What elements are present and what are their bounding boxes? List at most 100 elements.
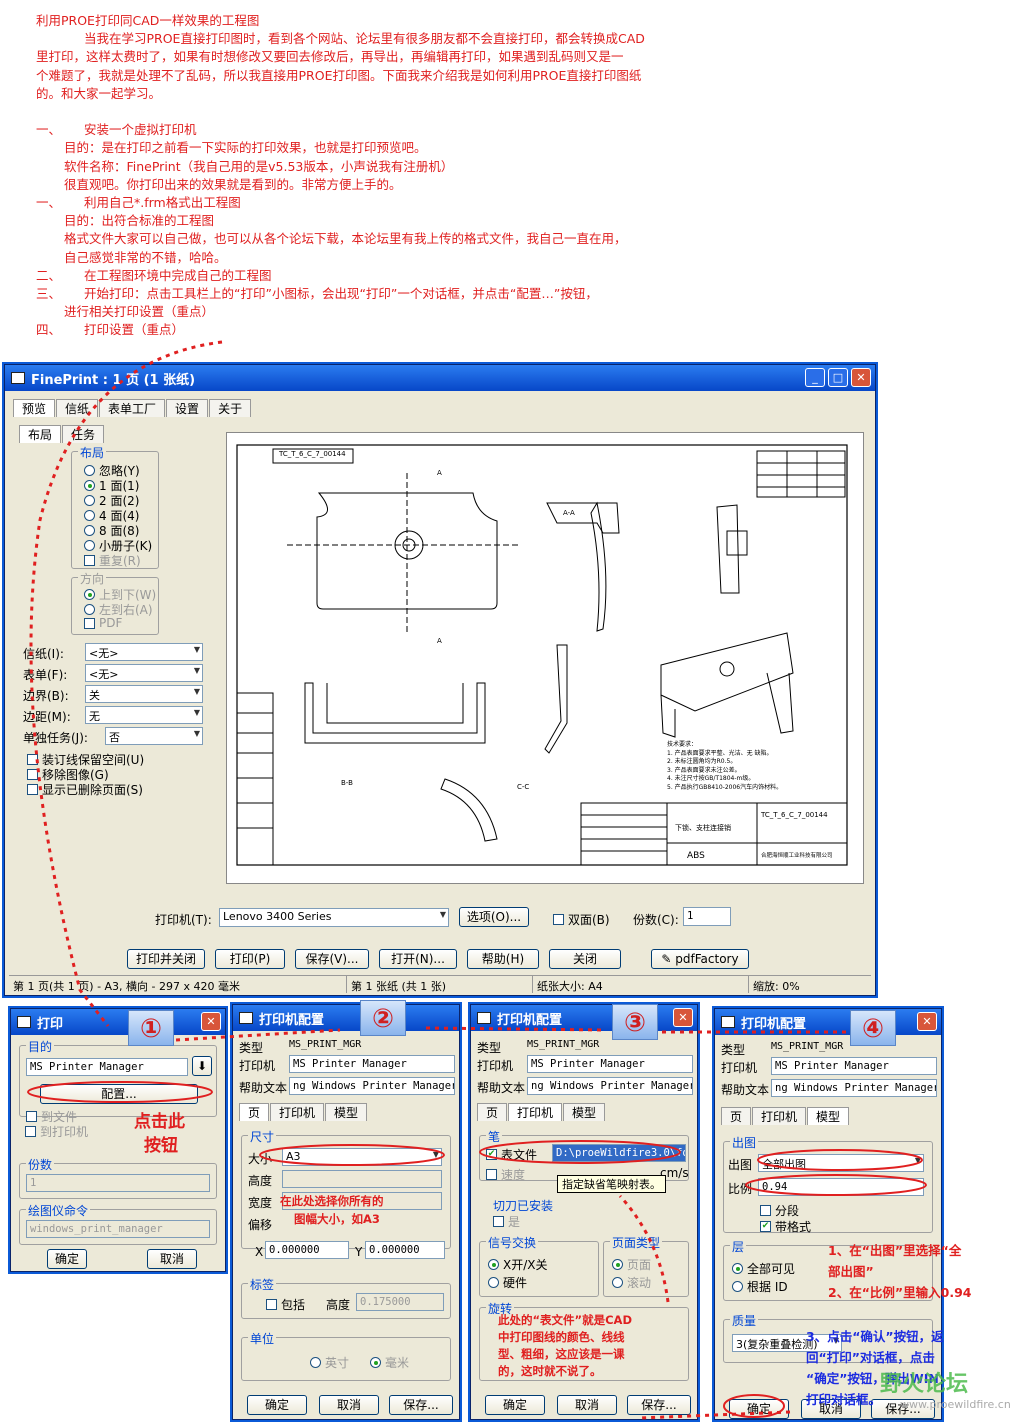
unit-inch-radio[interactable]: 英寸: [310, 1354, 349, 1371]
tab-page[interactable]: 页: [721, 1107, 752, 1125]
copies-input[interactable]: 1: [683, 907, 731, 926]
printer-select[interactable]: Lenovo 3400 Series: [219, 908, 449, 927]
tab-model[interactable]: 模型: [807, 1107, 850, 1125]
config-printer-field[interactable]: MS Printer Manager: [771, 1057, 937, 1075]
table-file-checkbox[interactable]: ✔ 表文件: [486, 1146, 537, 1163]
print-copies-input[interactable]: 1: [26, 1174, 210, 1192]
form-select[interactable]: <无>: [85, 664, 203, 682]
output-group: 出图 出图 全部出图 比例 0.94 分段 ✔带格式: [723, 1134, 933, 1235]
border-select[interactable]: 关: [85, 685, 203, 703]
separate-job-select[interactable]: 否: [105, 727, 203, 745]
help-text-field[interactable]: ng Windows Printer Manager.: [771, 1079, 937, 1097]
pagetype-page-radio[interactable]: 页面: [612, 1256, 651, 1273]
drawing-material: ABS: [687, 851, 705, 861]
config2-tabs: 页 打印机 模型: [239, 1103, 368, 1121]
cancel-button[interactable]: 取消: [557, 1395, 617, 1415]
config-printer-field[interactable]: MS Printer Manager: [289, 1055, 455, 1073]
destination-group: 目的 MS Printer Manager ⬇ 配置... 到文件: [19, 1038, 217, 1124]
close-icon[interactable]: ✕: [851, 368, 871, 387]
save-button[interactable]: 保存...: [389, 1395, 453, 1415]
section-2-line-2: 格式文件大家可以自己做，也可以从各个论坛下载，本论坛里有我上传的格式文件，我自己…: [64, 231, 627, 247]
layout-group: 布局 忽略(Y) 1 面(1) 2 面(2) 4 面(4) 8 面(8) 小册子…: [71, 444, 159, 569]
note-select-size: 在此处选择你所有的 图幅大小，如A3: [280, 1194, 384, 1226]
tab-settings[interactable]: 设置: [166, 399, 209, 417]
margin-select[interactable]: 无: [85, 706, 203, 724]
offset-y-input[interactable]: 0.000000: [365, 1241, 445, 1259]
letterhead-label: 信纸(I):: [23, 647, 64, 661]
height-input[interactable]: [282, 1170, 442, 1188]
maximize-icon[interactable]: □: [828, 368, 848, 387]
layer-by-id-radio[interactable]: 根据 ID: [732, 1278, 788, 1295]
ok-button[interactable]: 确定: [247, 1395, 307, 1415]
help-text-field[interactable]: ng Windows Printer Manager.: [527, 1077, 693, 1095]
close-icon[interactable]: ✕: [673, 1008, 693, 1027]
copies-group: 份数 1: [19, 1156, 217, 1199]
signal-xonxoff-radio[interactable]: X开/X关: [488, 1256, 548, 1273]
intro-para-3: 个难题了，我就是处理不了乱码，所以我直接用PROE打印图。下面我来介绍我是如何利…: [36, 67, 642, 83]
print-button[interactable]: 打印(P): [215, 949, 285, 969]
tab-form-factory[interactable]: 表单工厂: [99, 399, 166, 417]
config-printer-field[interactable]: MS Printer Manager: [527, 1055, 693, 1073]
scale-input[interactable]: 0.94: [758, 1178, 924, 1196]
with-format-checkbox[interactable]: ✔ 带格式: [760, 1218, 811, 1235]
signal-group-label: 信号交换: [486, 1234, 539, 1251]
cancel-button[interactable]: 取消: [147, 1249, 197, 1269]
cancel-button[interactable]: 取消: [319, 1395, 379, 1415]
print-and-close-button[interactable]: 打印并关闭: [127, 949, 205, 969]
show-deleted-checkbox[interactable]: 显示已删除页面(S): [27, 781, 143, 798]
signal-hardware-radio[interactable]: 硬件: [488, 1274, 527, 1291]
close-icon[interactable]: ✕: [917, 1012, 937, 1031]
cutter-checkbox[interactable]: 是: [493, 1213, 520, 1230]
tag-height-input[interactable]: 0.175000: [356, 1293, 444, 1311]
tab-model[interactable]: 模型: [325, 1103, 368, 1121]
tab-page[interactable]: 页: [477, 1103, 508, 1121]
ok-button[interactable]: 确定: [729, 1399, 789, 1419]
tab-letterhead[interactable]: 信纸: [56, 399, 99, 417]
tab-printer[interactable]: 打印机: [508, 1103, 563, 1121]
segment-checkbox[interactable]: 分段: [760, 1202, 799, 1219]
save-button[interactable]: 保存...: [627, 1395, 691, 1415]
layer-all-visible-radio[interactable]: 全部可见: [732, 1260, 795, 1277]
config2-title: 打印机配置: [259, 1012, 325, 1028]
pdffactory-button[interactable]: ✎ pdfFactory: [651, 949, 749, 969]
save-button[interactable]: 保存(V)...: [295, 949, 369, 969]
reverse-checkbox[interactable]: 重复(R): [84, 552, 141, 569]
ok-button[interactable]: 确定: [47, 1249, 87, 1269]
size-select[interactable]: A3: [282, 1148, 442, 1166]
config2-titlebar: 打印机配置: [233, 1005, 459, 1031]
options-button[interactable]: 选项(O)...: [459, 907, 529, 927]
tab-preview[interactable]: 预览: [13, 399, 56, 417]
minimize-icon[interactable]: _: [805, 368, 825, 387]
configure-button[interactable]: 配置...: [40, 1084, 198, 1104]
close-button[interactable]: 关闭: [549, 949, 621, 969]
tab-layout[interactable]: 布局: [19, 425, 62, 443]
pdf-checkbox[interactable]: PDF: [84, 616, 122, 630]
speed-checkbox[interactable]: 速度: [486, 1166, 525, 1183]
tab-printer[interactable]: 打印机: [752, 1107, 807, 1125]
tab-printer[interactable]: 打印机: [270, 1103, 325, 1121]
plotter-group-label: 绘图仪命令: [26, 1202, 91, 1219]
unit-mm-radio[interactable]: 毫米: [370, 1354, 409, 1371]
pagetype-roll-radio[interactable]: 滚动: [612, 1274, 651, 1291]
tab-model[interactable]: 模型: [563, 1103, 606, 1121]
tab-jobs[interactable]: 任务: [62, 425, 105, 443]
tab-page[interactable]: 页: [239, 1103, 270, 1121]
to-printer-checkbox[interactable]: 到打印机: [25, 1123, 88, 1140]
offset-x-input[interactable]: 0.000000: [265, 1241, 349, 1259]
plotter-command-input[interactable]: windows_print_manager: [26, 1220, 210, 1238]
help-text-field[interactable]: ng Windows Printer Manager.: [289, 1077, 455, 1095]
open-button[interactable]: 打开(N)...: [379, 949, 457, 969]
letterhead-select[interactable]: <无>: [85, 643, 203, 661]
destination-field[interactable]: MS Printer Manager: [26, 1058, 188, 1076]
help-button[interactable]: 帮助(H): [467, 949, 539, 969]
close-icon[interactable]: ✕: [201, 1012, 221, 1031]
duplex-checkbox[interactable]: 双面(B): [553, 911, 610, 928]
table-file-path-input[interactable]: D:\proeWildfire3.0\for: [552, 1144, 686, 1162]
output-select[interactable]: 全部出图: [758, 1154, 924, 1172]
tab-about[interactable]: 关于: [209, 399, 252, 417]
include-tag-checkbox[interactable]: 包括: [266, 1296, 305, 1313]
printer-arrow-icon[interactable]: ⬇: [192, 1056, 212, 1076]
step-1-badge: ①: [128, 1010, 174, 1046]
ok-button[interactable]: 确定: [485, 1395, 545, 1415]
config-dialog-icon: [721, 1016, 735, 1028]
